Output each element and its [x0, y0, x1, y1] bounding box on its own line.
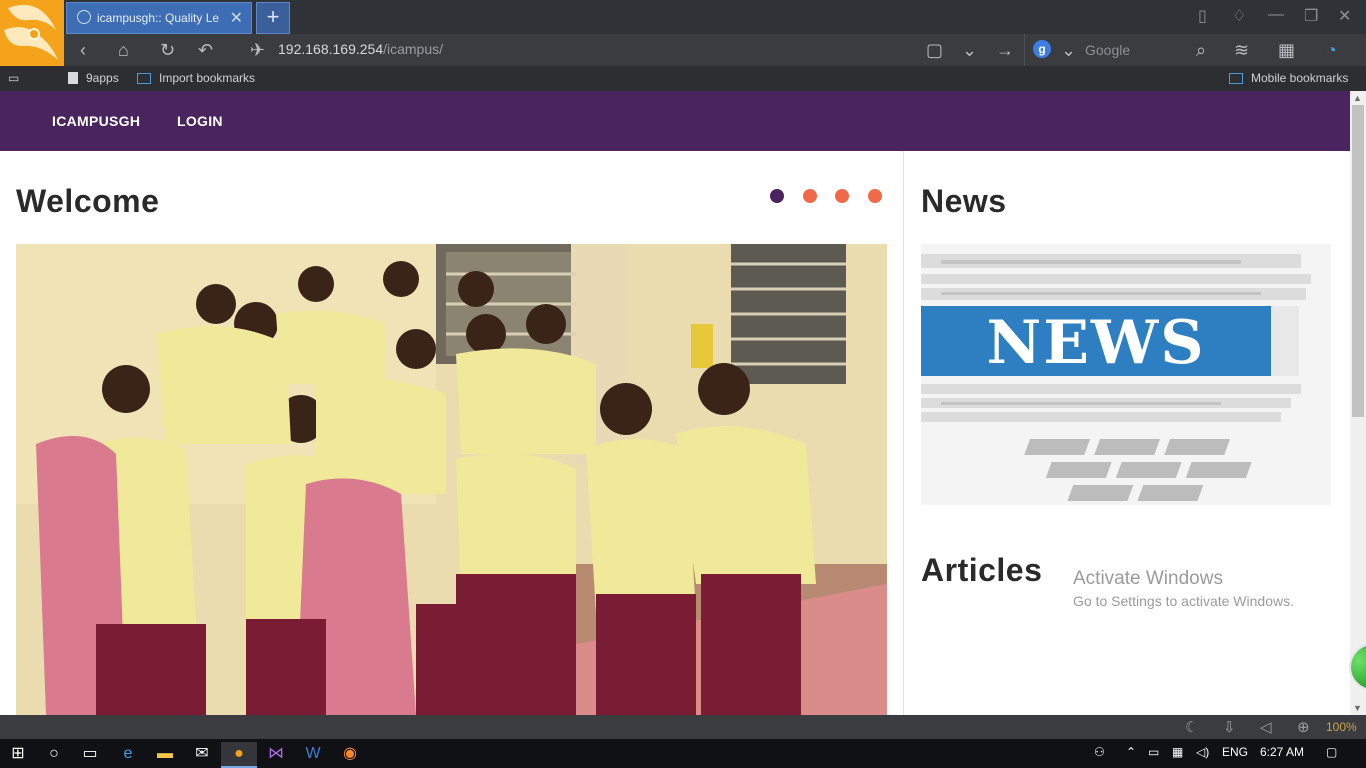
- scrollbar-thumb[interactable]: [1352, 105, 1364, 417]
- slider-dot-1[interactable]: [770, 189, 784, 203]
- welcome-slide-image[interactable]: [16, 244, 887, 715]
- bookmark-label: Mobile bookmarks: [1251, 71, 1349, 85]
- url-text[interactable]: 192.168.169.254/icampus/: [278, 41, 443, 57]
- mobile-bookmarks[interactable]: Mobile bookmarks: [1229, 71, 1348, 85]
- mail-icon[interactable]: ✉: [184, 742, 220, 768]
- close-tab-icon[interactable]: ✕: [230, 8, 243, 28]
- bookmark-label: 9apps: [86, 71, 119, 85]
- address-bar[interactable]: ✈ 192.168.169.254/icampus/: [244, 34, 1024, 66]
- rocket-icon: ✈: [250, 40, 266, 60]
- windows-taskbar: ⊞ ○ ▭ e ▬ ✉ ● ⋈ W ◉ ⚇ ⌃ ▭ ▦ ◁) ENG 6:27 …: [0, 739, 1366, 768]
- chevron-up-icon[interactable]: ⌃: [1126, 745, 1136, 759]
- zoom-level[interactable]: 100%: [1326, 720, 1357, 734]
- speaker-icon[interactable]: ◁): [1196, 745, 1209, 759]
- slider-dot-2[interactable]: [803, 189, 817, 203]
- bookmark-import[interactable]: Import bookmarks: [137, 71, 255, 85]
- bookmark-label: Import bookmarks: [159, 71, 256, 85]
- page-scrollbar[interactable]: ▲ ▼: [1350, 91, 1366, 715]
- slider-dot-3[interactable]: [835, 189, 849, 203]
- news-image[interactable]: NEWS: [921, 244, 1331, 505]
- search-cortana-icon[interactable]: ○: [36, 742, 72, 768]
- skin-icon[interactable]: ♢: [1232, 6, 1246, 26]
- download-icon[interactable]: ⇩: [1223, 718, 1236, 736]
- new-tab-button[interactable]: +: [256, 2, 290, 34]
- activate-windows-watermark: Activate Windows Go to Settings to activ…: [1073, 568, 1294, 609]
- news-image-text: NEWS: [986, 308, 1205, 378]
- tab-title: icampusgh:: Quality Le: [97, 11, 220, 25]
- close-window-icon[interactable]: ✕: [1338, 6, 1351, 26]
- page-icon: [68, 72, 78, 84]
- globe-icon: [77, 10, 91, 24]
- search-engine-icon[interactable]: g: [1033, 40, 1051, 58]
- folder-icon: [1229, 73, 1243, 84]
- slider-dot-4[interactable]: [868, 189, 882, 203]
- edge-icon[interactable]: e: [110, 742, 146, 768]
- apps-grid-icon[interactable]: ▦: [1278, 40, 1295, 60]
- chevron-down-icon[interactable]: ⌄: [1061, 40, 1076, 60]
- bookmarks-bar: ▭ 9apps Import bookmarks Mobile bookmark…: [0, 66, 1366, 91]
- bookmark-9apps[interactable]: 9apps: [68, 71, 119, 85]
- scroll-down-icon[interactable]: ▼: [1353, 703, 1362, 713]
- action-center-icon[interactable]: ▢: [1326, 745, 1337, 759]
- language-indicator[interactable]: ENG: [1222, 745, 1248, 759]
- nav-home-link[interactable]: ICAMPUSGH: [52, 113, 140, 129]
- browser-logo[interactable]: [0, 0, 64, 66]
- refresh-icon[interactable]: ↻: [160, 40, 175, 60]
- home-icon[interactable]: ⌂: [118, 40, 129, 60]
- reading-mode-icon[interactable]: ▯: [1198, 6, 1207, 26]
- word-icon[interactable]: W: [295, 742, 331, 768]
- wifi-icon[interactable]: ≋: [1234, 40, 1249, 60]
- network-icon[interactable]: ▦: [1172, 745, 1183, 759]
- folder-icon: [137, 73, 151, 84]
- task-view-icon[interactable]: ▭: [72, 742, 108, 768]
- activate-title: Activate Windows: [1073, 568, 1223, 589]
- speed-dial-icon[interactable]: ◔: [1326, 40, 1337, 60]
- welcome-heading: Welcome: [16, 183, 160, 219]
- battery-icon[interactable]: ▭: [1148, 745, 1159, 759]
- minimize-icon[interactable]: —: [1268, 6, 1284, 24]
- scroll-up-icon[interactable]: ▲: [1353, 93, 1362, 103]
- maximize-icon[interactable]: ❐: [1304, 6, 1318, 26]
- zoom-icon[interactable]: ⊕: [1297, 718, 1310, 736]
- visual-studio-icon[interactable]: ⋈: [258, 742, 294, 768]
- firefox-icon[interactable]: ◉: [332, 742, 368, 768]
- back-icon[interactable]: ‹: [80, 40, 86, 60]
- uc-browser-icon[interactable]: ●: [221, 742, 257, 768]
- search-box[interactable]: g ⌄ Google: [1024, 34, 1226, 66]
- file-explorer-icon[interactable]: ▬: [147, 742, 183, 768]
- browser-statusbar: ☾ ⇩ ◁ ⊕ 100%: [0, 715, 1366, 739]
- volume-icon[interactable]: ◁: [1260, 718, 1272, 736]
- night-mode-icon[interactable]: ☾: [1185, 718, 1198, 736]
- web-page: ICAMPUSGH LOGIN Welcome News NEWS Articl…: [0, 91, 1350, 715]
- clock[interactable]: 6:27 AM: [1260, 745, 1304, 759]
- url-host: 192.168.169.254: [278, 41, 384, 57]
- browser-tab[interactable]: icampusgh:: Quality Le ✕: [66, 2, 252, 34]
- start-windows-icon[interactable]: ⊞: [0, 742, 36, 768]
- activate-subtitle: Go to Settings to activate Windows.: [1073, 593, 1294, 609]
- undo-close-icon[interactable]: ↶: [198, 40, 213, 60]
- bookmarks-panel-icon[interactable]: ▭: [8, 71, 19, 85]
- nav-login-link[interactable]: LOGIN: [177, 113, 223, 129]
- news-heading: News: [921, 183, 1007, 219]
- column-divider: [903, 151, 904, 715]
- articles-heading: Articles: [921, 552, 1043, 588]
- people-icon[interactable]: ⚇: [1094, 745, 1105, 759]
- site-navbar: ICAMPUSGH LOGIN: [0, 91, 1350, 151]
- search-placeholder: Google: [1085, 42, 1131, 58]
- tab-bar: icampusgh:: Quality Le ✕ + ▯ ♢ — ❐ ✕: [0, 0, 1366, 34]
- url-path: /icampus/: [383, 41, 444, 57]
